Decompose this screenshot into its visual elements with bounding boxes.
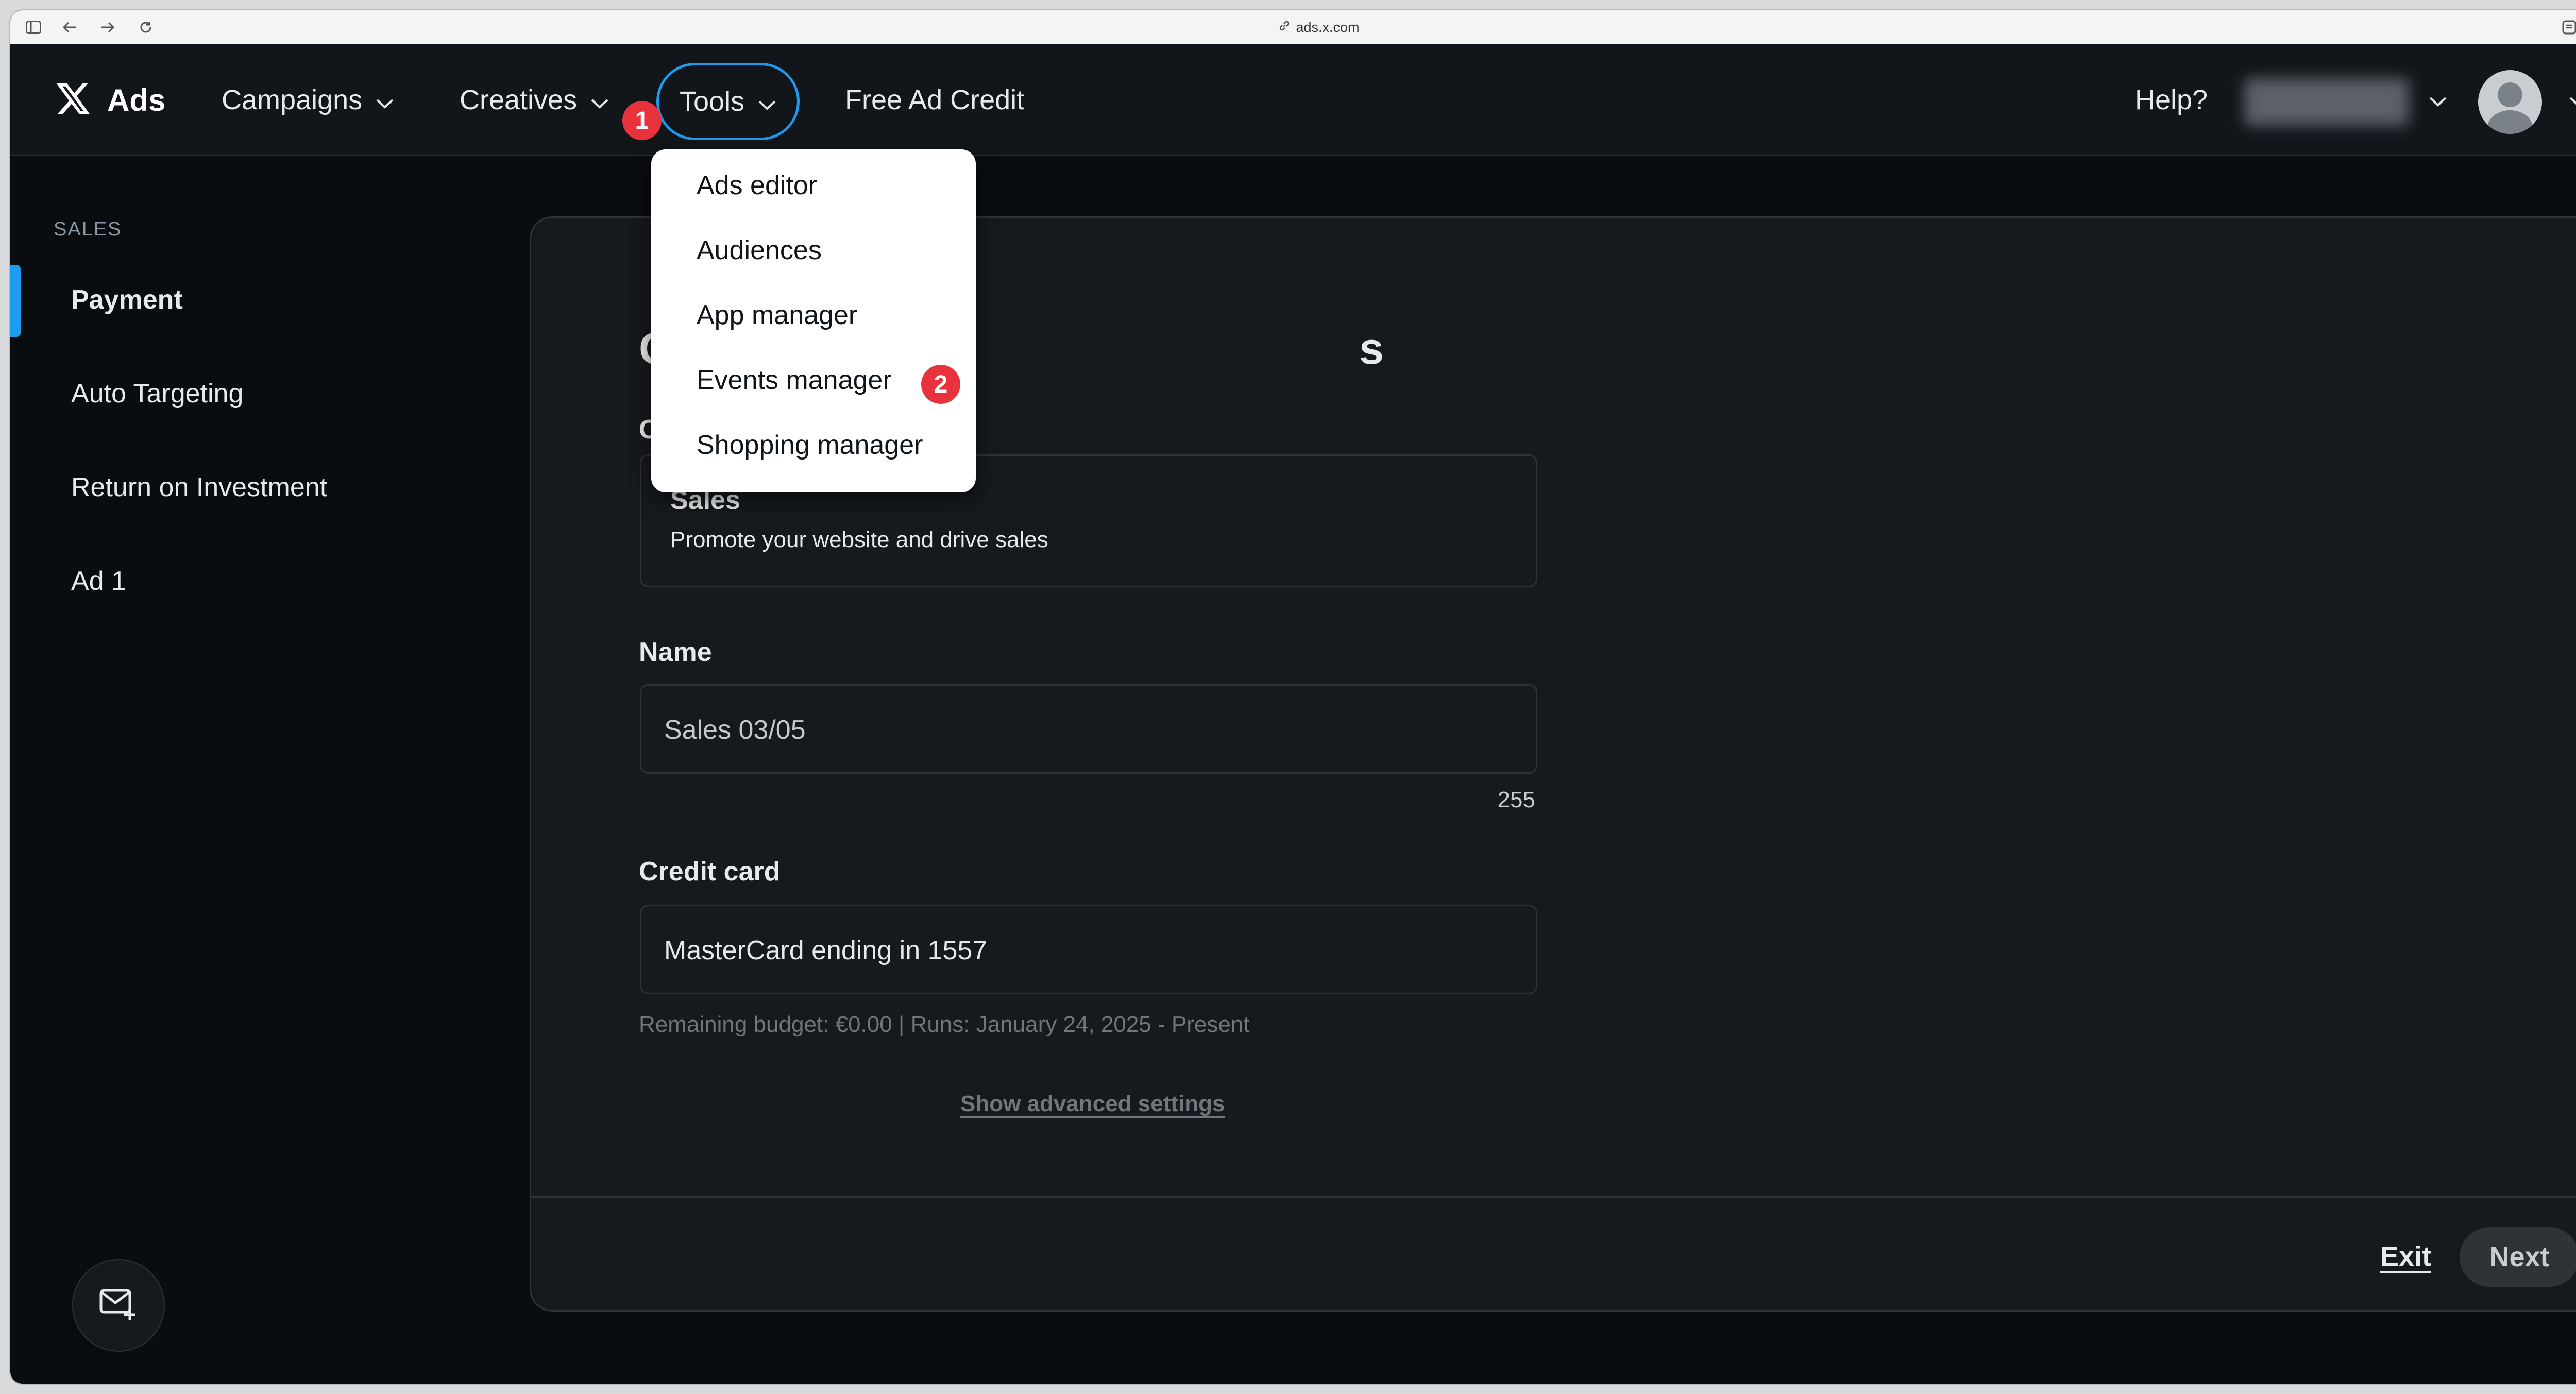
chevron-down-icon[interactable] [2429,96,2447,110]
x-ads-logo[interactable]: Ads [55,80,165,120]
credit-card-select[interactable]: MasterCard ending in 1557 [640,905,1537,994]
page-title-right: s [1359,324,1384,373]
chevron-down-icon [376,84,394,116]
menu-item-events-manager[interactable]: Events manager [697,365,892,396]
credit-card-label: Credit card [639,857,781,887]
mail-plus-icon [99,1286,138,1325]
sidebar-item-payment[interactable]: Payment [71,284,183,315]
exit-button[interactable]: Exit [2380,1240,2431,1272]
menu-item-app-manager[interactable]: App manager [697,300,857,331]
top-navigation: Ads Campaigns Creatives Tools Free Ad Cr… [10,44,2576,156]
sidebar-heading: SALES [54,218,122,240]
nav-tools-label: Tools [680,86,745,117]
link-icon [1278,20,1291,36]
help-link[interactable]: Help? [2135,77,2208,123]
step-badge-1: 1 [622,101,662,140]
next-button[interactable]: Next [2460,1227,2576,1287]
menu-item-shopping-manager[interactable]: Shopping manager [697,430,923,461]
x-logo-icon [55,80,92,120]
compose-message-button[interactable] [72,1259,165,1352]
nav-tools[interactable]: Tools [656,63,800,140]
nav-free-ad-credit[interactable]: Free Ad Credit [845,77,1024,123]
chevron-down-icon [590,84,609,116]
nav-campaigns-label: Campaigns [222,84,363,115]
campaign-name-value: Sales 03/05 [664,715,806,745]
nav-creatives[interactable]: Creatives [460,77,609,123]
footer-divider [530,1196,2576,1198]
show-advanced-settings-link[interactable]: Show advanced settings [960,1091,1225,1117]
credit-card-value: MasterCard ending in 1557 [664,936,988,965]
menu-item-ads-editor[interactable]: Ads editor [697,170,817,201]
browser-window: ads.x.com Ads Campaigns Creatives Tools … [10,10,2576,1384]
character-counter: 255 [1497,787,1535,812]
step-badge-2: 2 [921,365,960,404]
help-label: Help? [2135,84,2208,115]
url-text: ads.x.com [1296,19,1360,35]
tools-dropdown-menu: Ads editor Audiences App manager Events … [651,149,976,492]
sidebar-item-auto-targeting[interactable]: Auto Targeting [71,378,243,409]
sidebar-item-ad-1[interactable]: Ad 1 [71,566,126,597]
avatar[interactable] [2478,70,2542,134]
address-bar[interactable]: ads.x.com [10,10,2576,44]
menu-item-audiences[interactable]: Audiences [697,235,822,266]
brand-name: Ads [107,82,166,117]
reader-icon[interactable] [2560,18,2576,37]
sidebar-item-return-on-investment[interactable]: Return on Investment [71,472,327,503]
account-name-blurred[interactable] [2244,78,2409,126]
browser-toolbar: ads.x.com [10,10,2576,45]
objective-subtitle: Promote your website and drive sales [670,527,1048,552]
active-indicator [10,265,21,337]
budget-note: Remaining budget: €0.00 | Runs: January … [639,1012,1250,1037]
nav-campaigns[interactable]: Campaigns [222,77,394,123]
name-label: Name [639,637,712,667]
nav-creatives-label: Creatives [460,84,578,115]
chevron-down-icon[interactable] [2569,96,2576,110]
nav-free-ad-credit-label: Free Ad Credit [845,84,1025,115]
campaign-name-input[interactable]: Sales 03/05 [640,684,1537,774]
chevron-down-icon [758,86,776,117]
